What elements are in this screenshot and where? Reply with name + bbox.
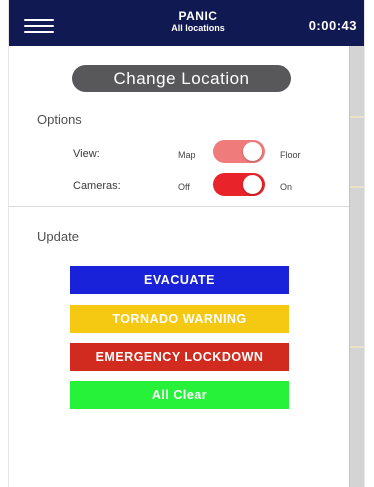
section-divider: [9, 206, 349, 207]
cameras-label: Cameras:: [73, 180, 121, 192]
emergency-lockdown-button[interactable]: EMERGENCY LOCKDOWN: [70, 343, 289, 371]
top-bar: PANIC All locations 0:00:43: [9, 0, 364, 46]
toggle-knob: [243, 175, 262, 194]
map-road: [350, 186, 364, 188]
view-label: View:: [73, 148, 100, 160]
evacuate-button[interactable]: EVACUATE: [70, 266, 289, 294]
menu-line: [24, 19, 54, 21]
toggle-knob: [243, 142, 262, 161]
view-off-text: Map: [178, 150, 196, 160]
change-location-button[interactable]: Change Location: [72, 65, 291, 92]
page-subtitle: All locations: [171, 23, 225, 33]
options-heading: Options: [37, 112, 82, 127]
map-road: [350, 116, 364, 118]
cameras-off-text: Off: [178, 182, 190, 192]
view-on-text: Floor: [280, 150, 301, 160]
all-clear-button[interactable]: All Clear: [70, 381, 289, 409]
menu-line: [24, 31, 54, 33]
page-title: PANIC: [178, 9, 218, 23]
cameras-on-text: On: [280, 182, 293, 192]
elapsed-timer: 0:00:43: [308, 18, 357, 33]
map-road: [350, 346, 364, 348]
hamburger-menu-icon[interactable]: [24, 17, 54, 35]
view-toggle[interactable]: [213, 140, 265, 163]
cameras-toggle[interactable]: [213, 173, 265, 196]
update-heading: Update: [37, 229, 79, 244]
map-background[interactable]: [349, 46, 364, 487]
app-screen: PANIC All locations 0:00:43 Change Locat…: [9, 0, 364, 487]
side-drawer: Change Location Options View: Map Floor …: [9, 46, 349, 487]
title-block: PANIC All locations: [109, 10, 287, 34]
tornado-warning-button[interactable]: TORNADO WARNING: [70, 305, 289, 333]
menu-line: [24, 25, 54, 27]
